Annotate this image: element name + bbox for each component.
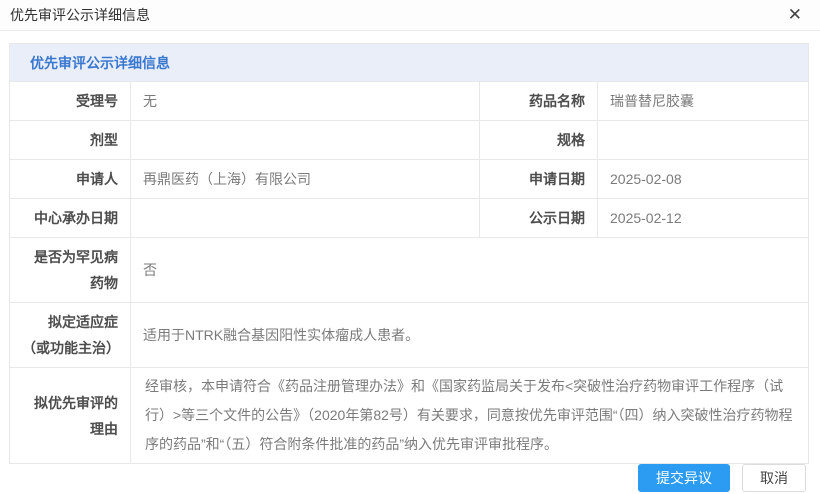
field-label-acceptance-no: 受理号 <box>10 82 131 121</box>
section-header-row: 优先审评公示详细信息 <box>10 44 809 82</box>
field-value-center-undertake-date <box>131 199 480 238</box>
close-icon[interactable]: ✕ <box>784 5 806 26</box>
field-label-application-date: 申请日期 <box>480 160 598 199</box>
table-row: 是否为罕见病药物 否 <box>10 238 809 303</box>
field-value-specification <box>598 121 809 160</box>
table-row: 受理号 无 药品名称 瑞普替尼胶囊 <box>10 82 809 121</box>
field-value-acceptance-no: 无 <box>131 82 480 121</box>
field-label-priority-review-reason: 拟优先审评的理由 <box>10 368 131 464</box>
field-label-applicant: 申请人 <box>10 160 131 199</box>
submit-objection-button[interactable]: 提交异议 <box>638 464 730 492</box>
field-value-dosage-form <box>131 121 480 160</box>
field-label-dosage-form: 剂型 <box>10 121 131 160</box>
field-label-drug-name: 药品名称 <box>480 82 598 121</box>
field-value-application-date: 2025-02-08 <box>598 160 809 199</box>
field-value-rare-disease: 否 <box>131 238 809 303</box>
field-value-drug-name: 瑞普替尼胶囊 <box>598 82 809 121</box>
detail-table: 优先审评公示详细信息 受理号 无 药品名称 瑞普替尼胶囊 剂型 规格 申请人 再… <box>9 43 809 464</box>
field-value-indication: 适用于NTRK融合基因阳性实体瘤成人患者。 <box>131 303 809 368</box>
field-label-specification: 规格 <box>480 121 598 160</box>
field-label-publicity-date: 公示日期 <box>480 199 598 238</box>
field-value-priority-review-reason: 经审核，本申请符合《药品注册管理办法》和《国家药监局关于发布<突破性治疗药物审评… <box>131 368 809 464</box>
dialog-titlebar: 优先审评公示详细信息 ✕ <box>0 0 820 31</box>
dialog-title: 优先审评公示详细信息 <box>10 5 150 25</box>
cancel-button[interactable]: 取消 <box>742 464 806 492</box>
field-label-center-undertake-date: 中心承办日期 <box>10 199 131 238</box>
table-row: 申请人 再鼎医药（上海）有限公司 申请日期 2025-02-08 <box>10 160 809 199</box>
table-row: 中心承办日期 公示日期 2025-02-12 <box>10 199 809 238</box>
section-header: 优先审评公示详细信息 <box>10 44 809 82</box>
field-label-indication: 拟定适应症（或功能主治） <box>10 303 131 368</box>
table-row: 剂型 规格 <box>10 121 809 160</box>
dialog-footer: 提交异议 取消 <box>0 464 820 494</box>
field-value-applicant: 再鼎医药（上海）有限公司 <box>131 160 480 199</box>
field-value-publicity-date: 2025-02-12 <box>598 199 809 238</box>
table-row: 拟优先审评的理由 经审核，本申请符合《药品注册管理办法》和《国家药监局关于发布<… <box>10 368 809 464</box>
table-row: 拟定适应症（或功能主治） 适用于NTRK融合基因阳性实体瘤成人患者。 <box>10 303 809 368</box>
priority-review-detail-dialog: 优先审评公示详细信息 ✕ 优先审评公示详细信息 受理号 无 药品名称 瑞普替尼胶… <box>0 0 820 494</box>
dialog-body: 优先审评公示详细信息 受理号 无 药品名称 瑞普替尼胶囊 剂型 规格 申请人 再… <box>0 31 820 464</box>
field-label-rare-disease: 是否为罕见病药物 <box>10 238 131 303</box>
